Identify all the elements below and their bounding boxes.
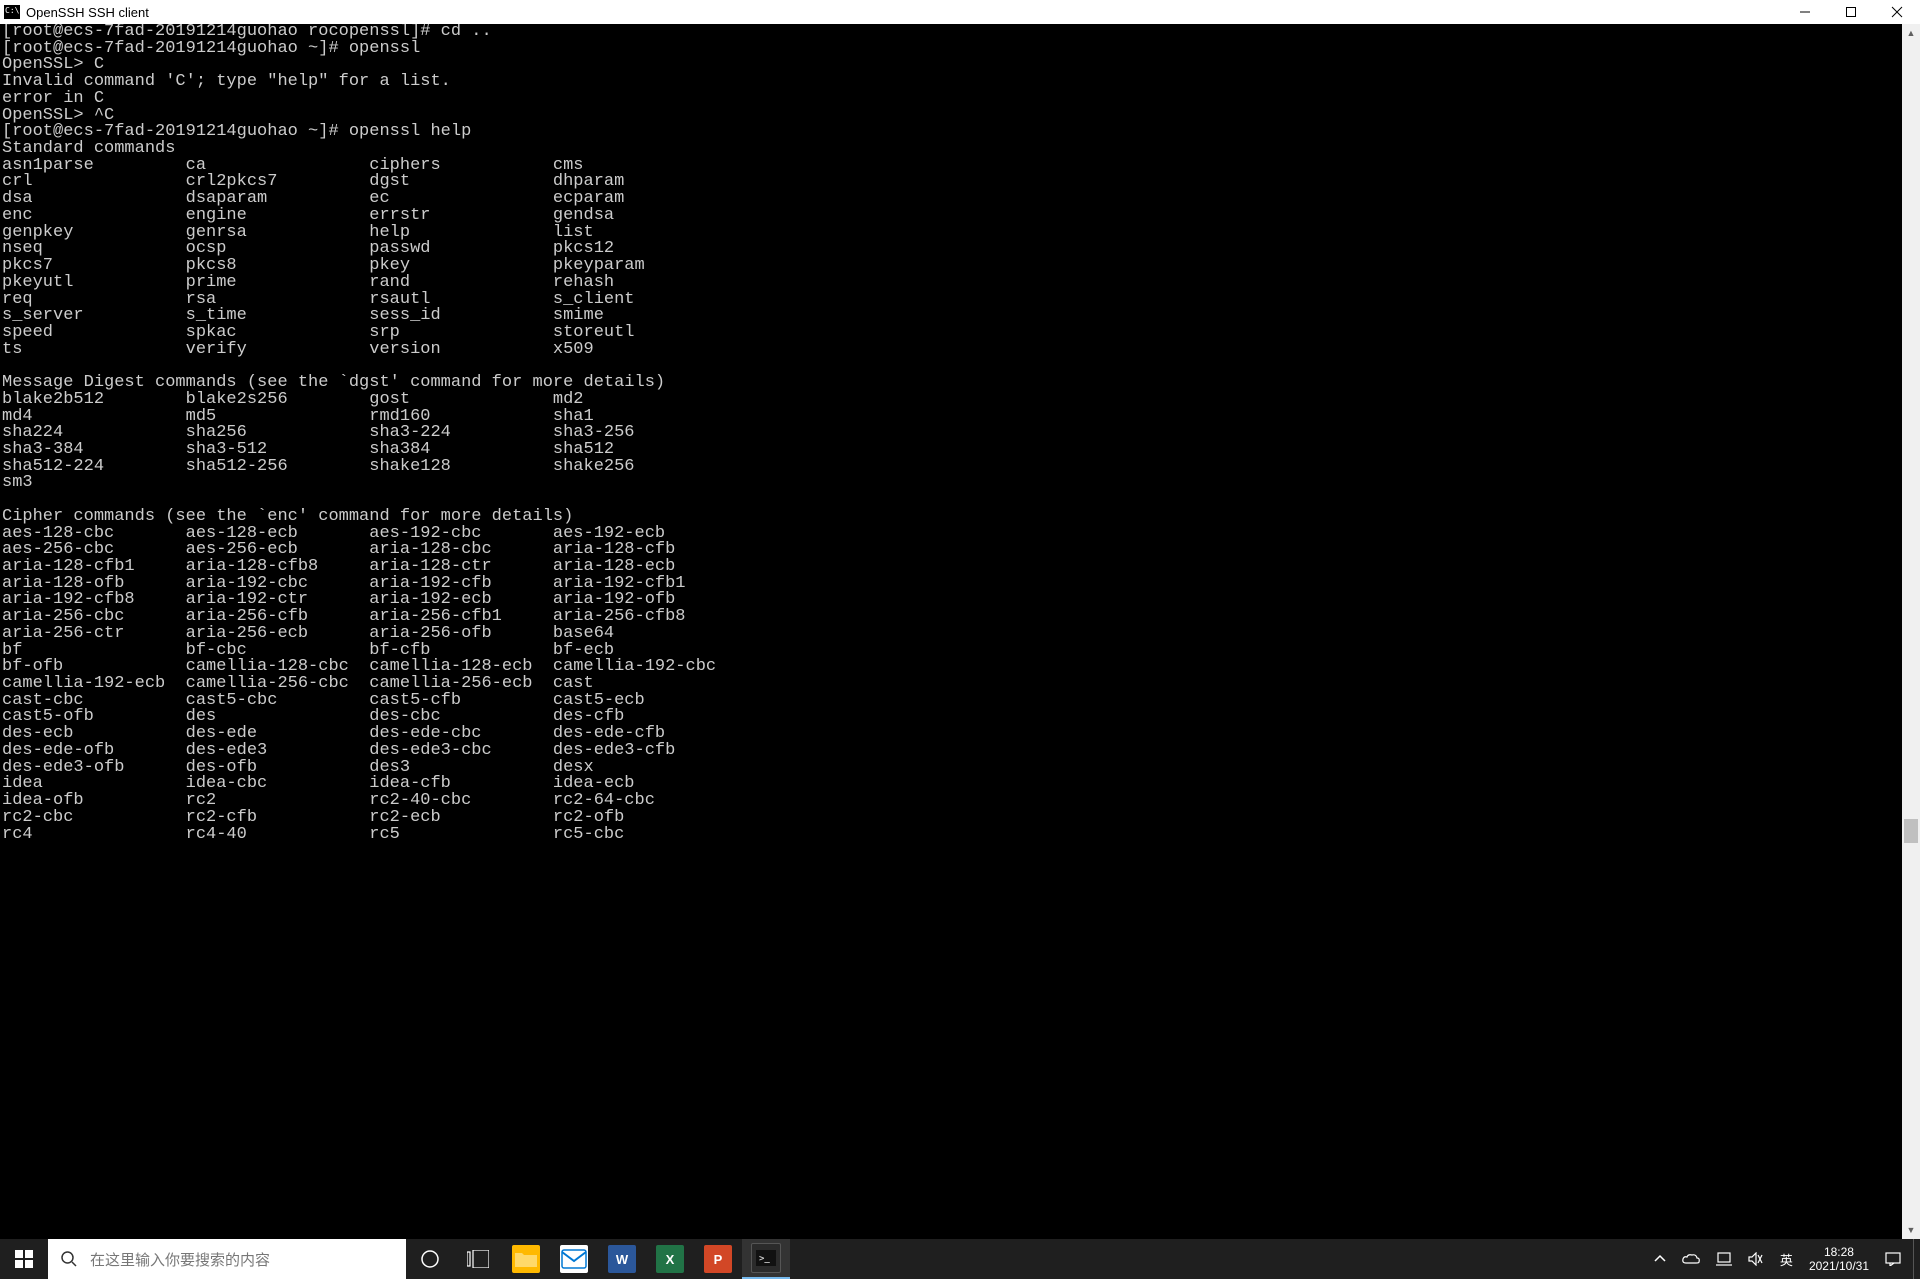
windows-logo-icon bbox=[15, 1250, 33, 1268]
tray-time: 18:28 bbox=[1824, 1245, 1854, 1259]
start-button[interactable] bbox=[0, 1239, 48, 1279]
taskbar-app-terminal[interactable]: >_ bbox=[742, 1239, 790, 1279]
tray-onedrive-icon[interactable] bbox=[1674, 1239, 1708, 1279]
word-icon: W bbox=[608, 1245, 636, 1273]
folder-icon bbox=[512, 1245, 540, 1273]
mail-icon bbox=[560, 1245, 588, 1273]
taskbar-app-explorer[interactable] bbox=[502, 1239, 550, 1279]
terminal-line: rc4 rc4-40 rc5 rc5-cbc bbox=[2, 827, 1902, 844]
terminal-line: ts verify version x509 bbox=[2, 342, 1902, 359]
tray-clock[interactable]: 18:28 2021/10/31 bbox=[1801, 1245, 1877, 1273]
terminal-line: rc2-cbc rc2-cfb rc2-ecb rc2-ofb bbox=[2, 810, 1902, 827]
taskbar-app-word[interactable]: W bbox=[598, 1239, 646, 1279]
terminal-line: error in C bbox=[2, 91, 1902, 108]
close-button[interactable] bbox=[1874, 0, 1920, 24]
terminal-icon: >_ bbox=[751, 1243, 781, 1273]
taskbar-app-mail[interactable] bbox=[550, 1239, 598, 1279]
window-title: OpenSSH SSH client bbox=[26, 5, 1782, 20]
search-icon bbox=[60, 1250, 78, 1268]
tray-volume-icon[interactable] bbox=[1740, 1239, 1772, 1279]
app-icon bbox=[4, 5, 20, 19]
minimize-button[interactable] bbox=[1782, 0, 1828, 24]
maximize-button[interactable] bbox=[1828, 0, 1874, 24]
tray-network-icon[interactable] bbox=[1708, 1239, 1740, 1279]
terminal-line: [root@ecs-7fad-20191214guohao ~]# openss… bbox=[2, 41, 1902, 58]
taskbar: 在这里输入你要搜索的内容 W X P >_ 英 bbox=[0, 1239, 1920, 1279]
terminal-area: [root@ecs-7fad-20191214guohao rocopenssl… bbox=[0, 24, 1920, 1239]
terminal-output[interactable]: [root@ecs-7fad-20191214guohao rocopenssl… bbox=[0, 24, 1902, 1239]
taskbar-search-input[interactable]: 在这里输入你要搜索的内容 bbox=[48, 1239, 406, 1279]
window-titlebar: OpenSSH SSH client bbox=[0, 0, 1920, 24]
scrollbar-thumb[interactable] bbox=[1904, 819, 1918, 843]
taskbar-app-powerpoint[interactable]: P bbox=[694, 1239, 742, 1279]
tray-date: 2021/10/31 bbox=[1809, 1259, 1869, 1273]
excel-icon: X bbox=[656, 1245, 684, 1273]
tray-overflow-button[interactable] bbox=[1646, 1239, 1674, 1279]
vertical-scrollbar[interactable]: ▲ ▼ bbox=[1902, 24, 1920, 1239]
svg-text:>_: >_ bbox=[759, 1254, 770, 1264]
search-placeholder: 在这里输入你要搜索的内容 bbox=[90, 1249, 270, 1270]
show-desktop-button[interactable] bbox=[1913, 1239, 1920, 1279]
tray-ime-indicator[interactable]: 英 bbox=[1772, 1239, 1801, 1279]
cortana-button[interactable] bbox=[406, 1239, 454, 1279]
terminal-line: pkeyutl prime rand rehash bbox=[2, 275, 1902, 292]
tray-notifications-icon[interactable] bbox=[1877, 1239, 1909, 1279]
scroll-up-arrow[interactable]: ▲ bbox=[1902, 24, 1920, 42]
terminal-line: [root@ecs-7fad-20191214guohao ~]# openss… bbox=[2, 124, 1902, 141]
task-view-button[interactable] bbox=[454, 1239, 502, 1279]
terminal-line: Invalid command 'C'; type "help" for a l… bbox=[2, 74, 1902, 91]
taskbar-app-excel[interactable]: X bbox=[646, 1239, 694, 1279]
powerpoint-icon: P bbox=[704, 1245, 732, 1273]
system-tray: 英 18:28 2021/10/31 bbox=[1646, 1239, 1920, 1279]
terminal-line: sm3 bbox=[2, 475, 1902, 492]
scroll-down-arrow[interactable]: ▼ bbox=[1902, 1221, 1920, 1239]
